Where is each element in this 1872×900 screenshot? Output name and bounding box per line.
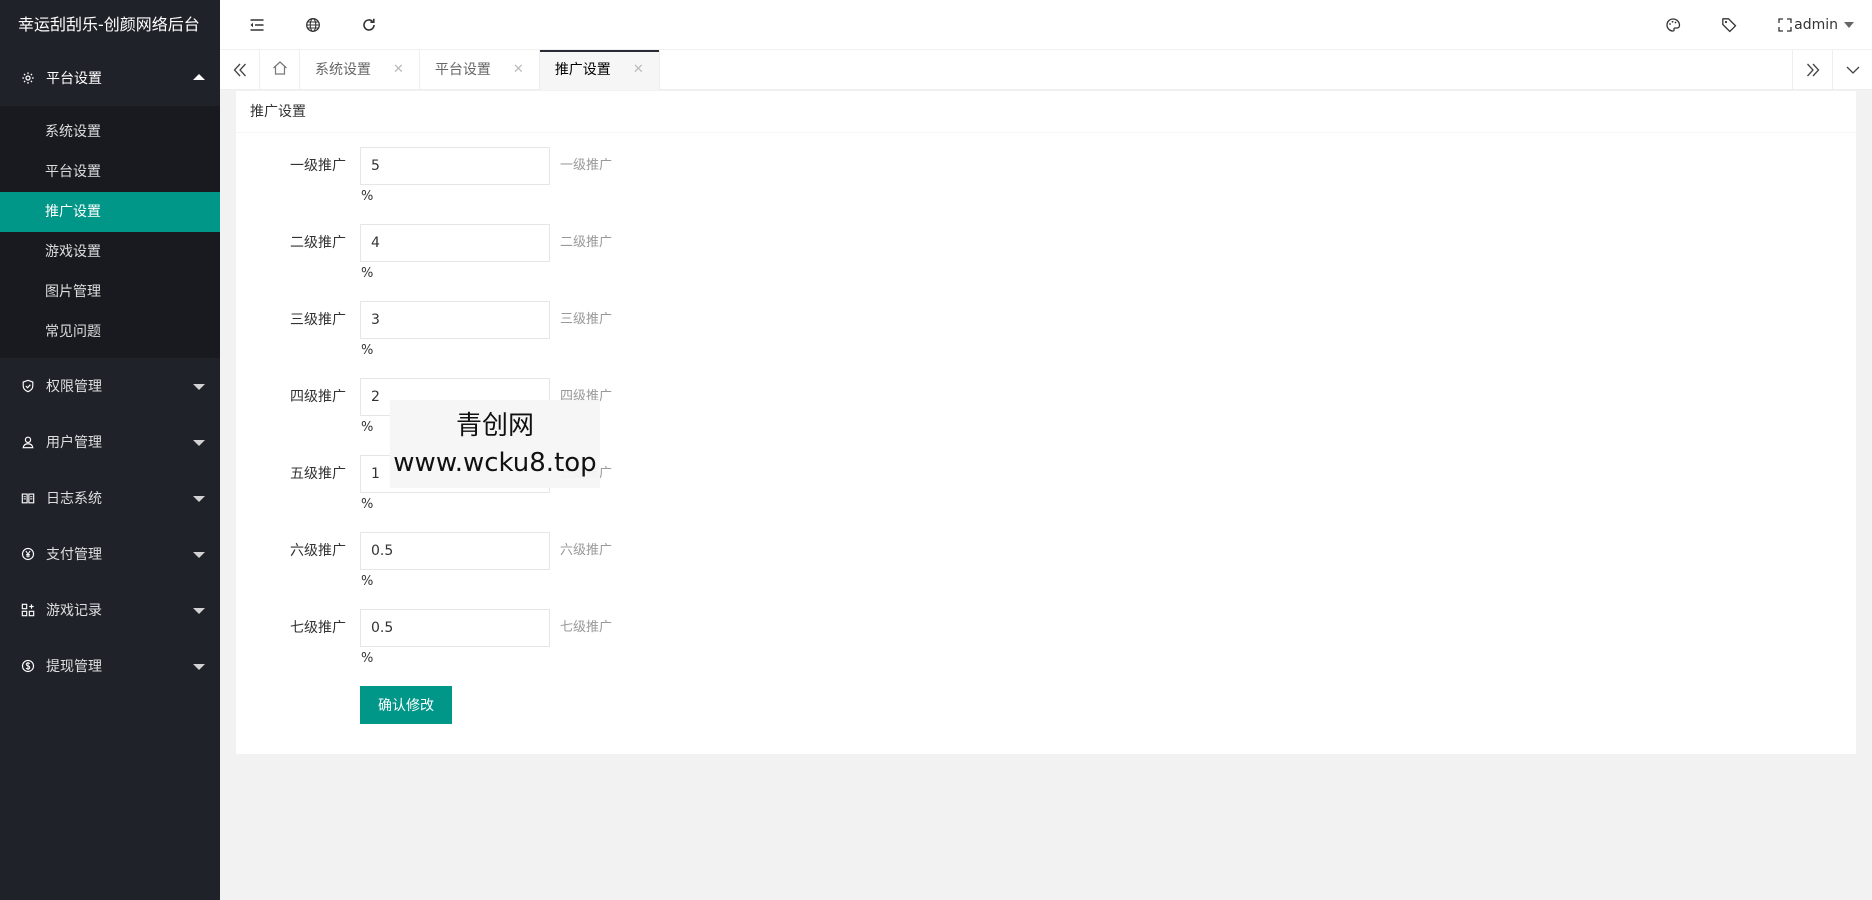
- form-row-level-1: 一级推广 一级推广 %: [236, 147, 1856, 224]
- chevron-down-icon: [193, 440, 205, 446]
- field-hint: 三级推广: [560, 312, 613, 327]
- nav-label: 用户管理: [46, 435, 102, 451]
- chevron-down-icon: [193, 664, 205, 670]
- nav-platform-settings[interactable]: 平台设置: [0, 50, 220, 106]
- user-icon: [20, 434, 36, 450]
- theme-icon[interactable]: [1653, 0, 1693, 50]
- menu-fold-icon[interactable]: [237, 0, 277, 50]
- tab-list: 系统设置 ✕ 平台设置 ✕ 推广设置 ✕: [260, 50, 660, 90]
- tab-scroll-right-icon[interactable]: [1792, 50, 1832, 90]
- percent-unit: %: [361, 343, 374, 358]
- tab-label: 平台设置: [434, 62, 491, 78]
- nav-group-platform: 平台设置 系统设置 平台设置 推广设置 游戏设置 图片管理 常见问题: [0, 50, 220, 358]
- sidebar: 幸运刮刮乐-创颜网络后台 平台设置 系统设置 平台设置 推广设置 游戏设置 图片…: [0, 0, 220, 900]
- close-icon[interactable]: ✕: [393, 50, 404, 90]
- watermark-line-2: www.wcku8.top: [393, 448, 597, 478]
- username: admin: [1794, 17, 1838, 33]
- field-hint: 七级推广: [560, 620, 613, 635]
- confirm-button[interactable]: 确认修改: [360, 686, 452, 724]
- tag-icon[interactable]: [1709, 0, 1749, 50]
- tab-label: 推广设置: [554, 62, 611, 78]
- dollar-icon: [20, 658, 36, 674]
- tab-bar: 系统设置 ✕ 平台设置 ✕ 推广设置 ✕: [220, 50, 1872, 90]
- form-row-level-3: 三级推广 三级推广 %: [236, 301, 1856, 378]
- nav-user-management[interactable]: 用户管理: [0, 414, 220, 470]
- level-2-input[interactable]: [360, 224, 550, 262]
- percent-unit: %: [361, 651, 374, 666]
- form-row-level-6: 六级推广 六级推广 %: [236, 532, 1856, 609]
- card-title: 推广设置: [236, 91, 1856, 133]
- nav-label: 平台设置: [46, 71, 102, 87]
- nav-label: 日志系统: [46, 491, 102, 507]
- field-label: 六级推广: [290, 543, 346, 559]
- tab-promotion-settings[interactable]: 推广设置 ✕: [539, 50, 660, 90]
- nav-label: 支付管理: [46, 547, 102, 563]
- field-label: 七级推广: [290, 620, 346, 636]
- shield-icon: [20, 378, 36, 394]
- field-label: 二级推广: [290, 235, 346, 251]
- field-label: 一级推广: [290, 158, 346, 174]
- close-icon[interactable]: ✕: [513, 50, 524, 90]
- tab-label: 系统设置: [315, 62, 371, 78]
- percent-unit: %: [361, 574, 374, 589]
- sidebar-item-system-settings[interactable]: 系统设置: [0, 112, 220, 152]
- tab-menu-chevron-down-icon[interactable]: [1832, 50, 1872, 90]
- sidebar-item-platform-settings[interactable]: 平台设置: [0, 152, 220, 192]
- yen-icon: [20, 546, 36, 562]
- refresh-icon[interactable]: [349, 0, 389, 50]
- field-hint: 六级推广: [560, 543, 613, 558]
- book-icon: [20, 490, 36, 506]
- tab-system-settings[interactable]: 系统设置 ✕: [300, 50, 420, 90]
- sidebar-item-game-settings[interactable]: 游戏设置: [0, 232, 220, 272]
- level-3-input[interactable]: [360, 301, 550, 339]
- watermark: 青创网 www.wcku8.top: [390, 400, 600, 488]
- percent-unit: %: [361, 189, 374, 204]
- chevron-down-icon: [193, 608, 205, 614]
- nav-payment-management[interactable]: 支付管理: [0, 526, 220, 582]
- gear-icon: [20, 70, 36, 86]
- field-label: 四级推广: [290, 389, 346, 405]
- level-1-input[interactable]: [360, 147, 550, 185]
- top-header: admin: [220, 0, 1872, 50]
- sidebar-item-promotion-settings[interactable]: 推广设置: [0, 192, 220, 232]
- nav-log-system[interactable]: 日志系统: [0, 470, 220, 526]
- field-hint: 二级推广: [560, 235, 613, 250]
- level-6-input[interactable]: [360, 532, 550, 570]
- nav-game-records[interactable]: 游戏记录: [0, 582, 220, 638]
- percent-unit: %: [361, 266, 374, 281]
- tab-platform-settings[interactable]: 平台设置 ✕: [420, 50, 540, 90]
- form-row-level-2: 二级推广 二级推广 %: [236, 224, 1856, 301]
- form-row-level-7: 七级推广 七级推广 %: [236, 609, 1856, 686]
- chevron-down-icon: [193, 384, 205, 390]
- chevron-up-icon: [193, 74, 205, 80]
- chevron-down-icon: [193, 552, 205, 558]
- nav-label: 游戏记录: [46, 603, 102, 619]
- field-label: 三级推广: [290, 312, 346, 328]
- nav-permission-management[interactable]: 权限管理: [0, 358, 220, 414]
- close-icon[interactable]: ✕: [633, 50, 644, 90]
- tab-home[interactable]: [260, 50, 300, 90]
- level-7-input[interactable]: [360, 609, 550, 647]
- percent-unit: %: [361, 420, 374, 435]
- watermark-line-1: 青创网: [455, 411, 534, 441]
- user-menu[interactable]: admin: [1794, 0, 1854, 50]
- nav-label: 权限管理: [46, 379, 102, 395]
- caret-down-icon: [1844, 22, 1854, 28]
- app-title: 幸运刮刮乐-创颜网络后台: [0, 0, 220, 50]
- tab-scroll-left-icon[interactable]: [220, 50, 260, 90]
- nav-label: 提现管理: [46, 659, 102, 675]
- nav-withdraw-management[interactable]: 提现管理: [0, 638, 220, 694]
- apps-icon: [20, 602, 36, 618]
- sidebar-item-faq[interactable]: 常见问题: [0, 312, 220, 352]
- chevron-down-icon: [193, 496, 205, 502]
- home-icon: [272, 60, 288, 80]
- field-label: 五级推广: [290, 466, 346, 482]
- submenu-platform: 系统设置 平台设置 推广设置 游戏设置 图片管理 常见问题: [0, 106, 220, 358]
- globe-icon[interactable]: [293, 0, 333, 50]
- percent-unit: %: [361, 497, 374, 512]
- field-hint: 一级推广: [560, 158, 613, 173]
- sidebar-item-image-management[interactable]: 图片管理: [0, 272, 220, 312]
